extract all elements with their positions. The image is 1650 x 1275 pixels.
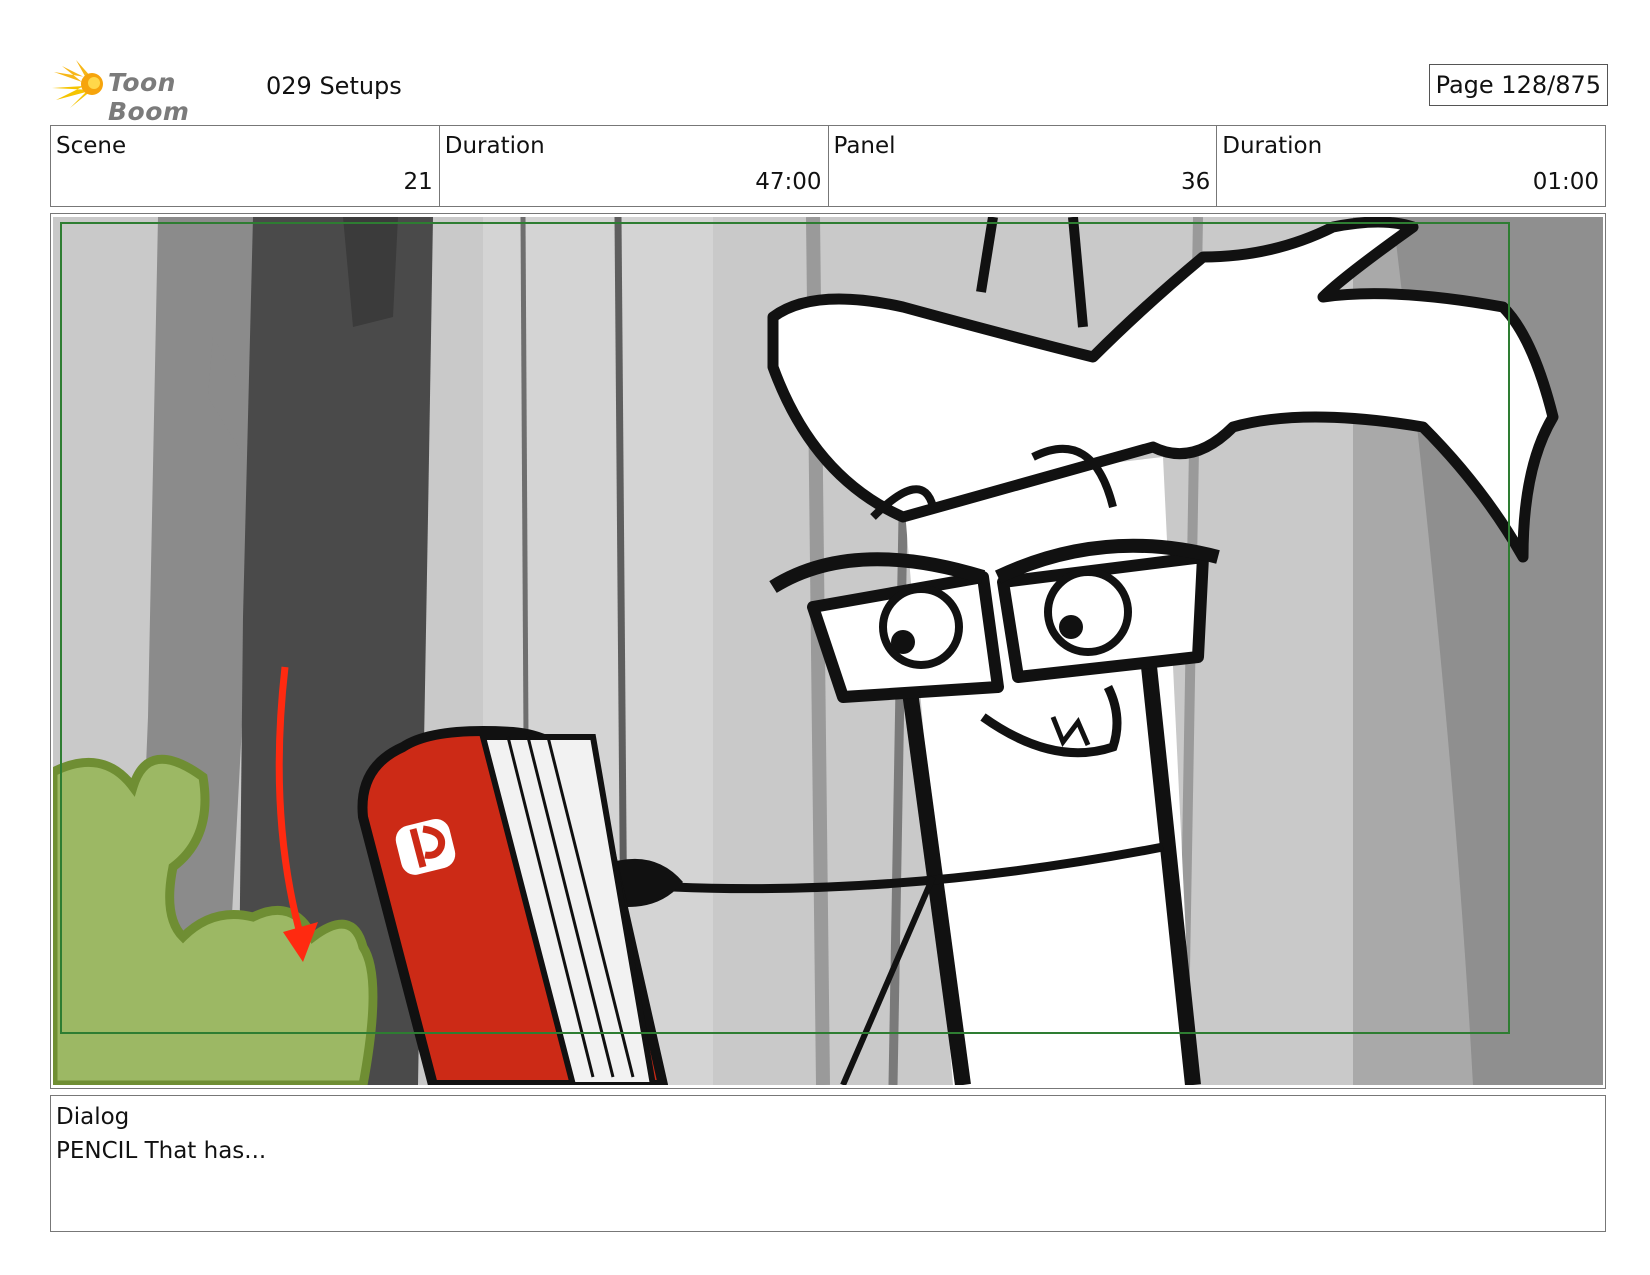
scene-duration-cell: Duration 47:00 xyxy=(440,126,829,206)
dialog-text: PENCIL That has... xyxy=(56,1138,267,1164)
scene-label: Scene xyxy=(56,133,127,159)
scene-duration-label: Duration xyxy=(444,133,545,159)
storyboard-panel xyxy=(50,213,1606,1089)
panel-value: 36 xyxy=(1180,169,1211,195)
panel-info-table: Scene 21 Duration 47:00 Panel 36 Duratio… xyxy=(50,125,1606,207)
toon-boom-logo: Toon Boom xyxy=(52,58,252,126)
logo-wordmark: Toon Boom xyxy=(108,68,190,126)
page-indicator: Page 128/875 xyxy=(1428,64,1608,106)
right-eye xyxy=(1044,568,1132,656)
starburst-icon xyxy=(52,60,103,108)
panel-duration-cell: Duration 01:00 xyxy=(1217,126,1605,206)
project-title: 029 Setups xyxy=(266,72,402,100)
dialog-label: Dialog xyxy=(56,1104,130,1130)
storyboard-header: Toon Boom 029 Setups Page 128/875 xyxy=(52,58,1608,126)
panel-duration-label: Duration xyxy=(1222,133,1323,159)
panel-label: Panel xyxy=(833,133,896,159)
scene-value: 21 xyxy=(403,169,433,195)
panel-cell: Panel 36 xyxy=(829,126,1218,206)
scene-cell: Scene 21 xyxy=(51,126,440,206)
panel-artwork xyxy=(53,217,1603,1085)
dialog-box: Dialog PENCIL That has... xyxy=(50,1095,1606,1232)
left-eye xyxy=(879,585,963,669)
panel-duration-value: 01:00 xyxy=(1532,169,1599,195)
scene-duration-value: 47:00 xyxy=(755,169,822,195)
